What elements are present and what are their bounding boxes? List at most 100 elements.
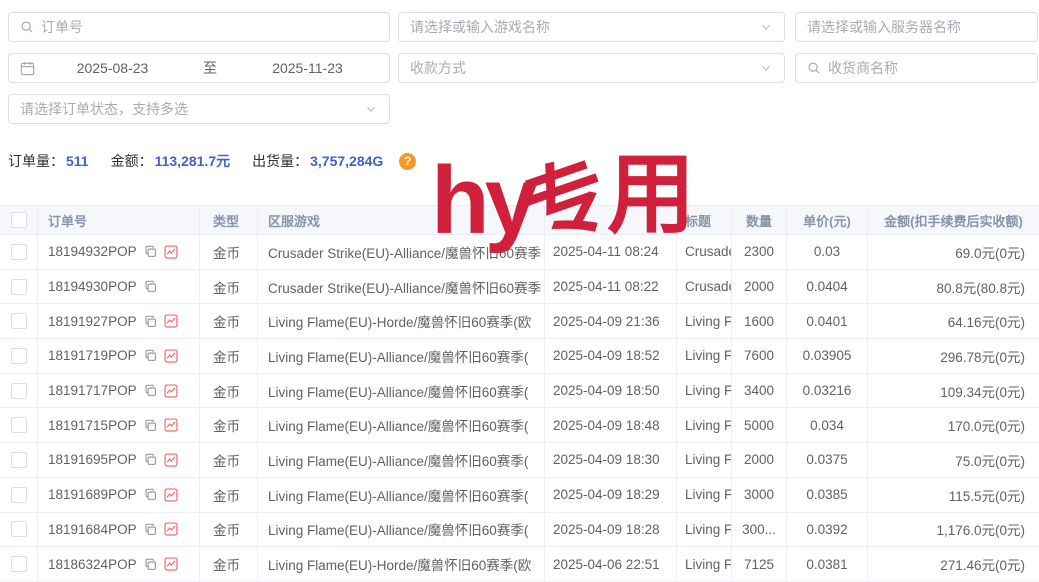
order-status-multiselect[interactable]: 请选择订单状态，支持多选	[8, 94, 390, 124]
server-game: Living Flame(EU)-Alliance/魔兽怀旧60赛季(	[258, 408, 545, 442]
search-icon	[807, 61, 821, 75]
server-name-placeholder: 请选择或输入服务器名称	[807, 17, 961, 37]
amount: 271.46元(0元)	[868, 547, 1039, 581]
order-number: 18194932POP	[48, 244, 137, 259]
chart-icon[interactable]	[164, 488, 178, 502]
order-number: 18191684POP	[48, 522, 137, 537]
order-number-placeholder: 订单号	[41, 17, 83, 37]
chart-icon[interactable]	[164, 453, 178, 467]
order-type: 金币	[200, 235, 258, 269]
order-status-placeholder: 请选择订单状态，支持多选	[20, 99, 188, 119]
order-title: Living Fl	[677, 547, 732, 581]
order-time: 2025-04-09 18:48	[545, 408, 677, 442]
order-type: 金币	[200, 513, 258, 547]
row-checkbox[interactable]	[11, 417, 27, 433]
order-number: 18191927POP	[48, 314, 137, 329]
table-row: 18191927POP 金币 Living Flame(EU)-Horde/魔兽…	[0, 304, 1039, 339]
chart-icon[interactable]	[164, 522, 178, 536]
row-checkbox[interactable]	[11, 348, 27, 364]
order-type: 金币	[200, 408, 258, 442]
order-number: 18191717POP	[48, 383, 137, 398]
column-header-time	[545, 206, 677, 234]
order-number: 18194930POP	[48, 279, 137, 294]
order-count-label: 订单量：	[8, 151, 64, 171]
order-time: 2025-04-09 18:50	[545, 374, 677, 408]
row-checkbox[interactable]	[11, 383, 27, 399]
copy-icon[interactable]	[144, 245, 157, 258]
order-number-search-input[interactable]: 订单号	[8, 12, 390, 42]
order-title: Crusader	[677, 235, 732, 269]
column-header-title: 标题	[677, 206, 732, 234]
chart-icon[interactable]	[164, 349, 178, 363]
quantity: 300...	[732, 513, 787, 547]
unit-price: 0.03	[787, 235, 868, 269]
row-checkbox[interactable]	[11, 556, 27, 572]
server-game: Living Flame(EU)-Alliance/魔兽怀旧60赛季(	[258, 374, 545, 408]
amount: 1,176.0元(0元)	[868, 513, 1039, 547]
column-header-game: 区服游戏	[258, 206, 545, 234]
game-name-placeholder: 请选择或输入游戏名称	[410, 17, 550, 37]
date-range-separator: 至	[190, 58, 230, 78]
date-end-value[interactable]: 2025-11-23	[237, 60, 378, 76]
order-time: 2025-04-11 08:22	[545, 270, 677, 304]
quantity: 5000	[732, 408, 787, 442]
copy-icon[interactable]	[144, 453, 157, 466]
row-checkbox[interactable]	[11, 279, 27, 295]
chart-icon[interactable]	[164, 557, 178, 571]
row-checkbox[interactable]	[11, 313, 27, 329]
search-icon	[20, 20, 34, 34]
order-time: 2025-04-09 18:28	[545, 513, 677, 547]
unit-price: 0.03905	[787, 339, 868, 373]
unit-price: 0.0401	[787, 304, 868, 338]
chart-icon[interactable]	[164, 245, 178, 259]
amount: 64.16元(0元)	[868, 304, 1039, 338]
amount: 296.78元(0元)	[868, 339, 1039, 373]
order-number: 18191689POP	[48, 487, 137, 502]
row-checkbox[interactable]	[11, 487, 27, 503]
select-all-checkbox[interactable]	[11, 212, 27, 228]
column-header-amount: 金额(扣手续费后实收额)	[868, 206, 1039, 234]
copy-icon[interactable]	[144, 488, 157, 501]
unit-price: 0.034	[787, 408, 868, 442]
amount: 69.0元(0元)	[868, 235, 1039, 269]
server-name-select[interactable]: 请选择或输入服务器名称	[795, 12, 1038, 42]
copy-icon[interactable]	[144, 523, 157, 536]
copy-icon[interactable]	[144, 384, 157, 397]
order-type: 金币	[200, 339, 258, 373]
copy-icon[interactable]	[144, 558, 157, 571]
copy-icon[interactable]	[144, 280, 157, 293]
order-title: Living Fl	[677, 339, 732, 373]
order-title: Living Fl	[677, 513, 732, 547]
chart-icon[interactable]	[164, 418, 178, 432]
order-time: 2025-04-09 21:36	[545, 304, 677, 338]
quantity: 2300	[732, 235, 787, 269]
order-title: Crusader	[677, 270, 732, 304]
table-row: 18191684POP 金币 Living Flame(EU)-Alliance…	[0, 513, 1039, 548]
row-checkbox[interactable]	[11, 244, 27, 260]
chart-icon[interactable]	[164, 314, 178, 328]
copy-icon[interactable]	[144, 315, 157, 328]
row-checkbox[interactable]	[11, 452, 27, 468]
order-title: Living Fl	[677, 304, 732, 338]
merchant-name-search-input[interactable]: 收货商名称	[795, 53, 1038, 83]
copy-icon[interactable]	[144, 349, 157, 362]
order-type: 金币	[200, 270, 258, 304]
payment-method-select[interactable]: 收款方式	[398, 53, 785, 83]
order-time: 2025-04-11 08:24	[545, 235, 677, 269]
help-icon[interactable]: ?	[399, 153, 416, 170]
orders-table-header: 订单号 类型 区服游戏 标题 数量 单价(元) 金额(扣手续费后实收额)	[0, 205, 1039, 235]
game-name-select[interactable]: 请选择或输入游戏名称	[398, 12, 785, 42]
order-type: 金币	[200, 478, 258, 512]
copy-icon[interactable]	[144, 419, 157, 432]
order-number: 18191719POP	[48, 348, 137, 363]
date-range-picker[interactable]: 2025-08-23 至 2025-11-23	[8, 53, 390, 83]
order-type: 金币	[200, 304, 258, 338]
amount: 115.5元(0元)	[868, 478, 1039, 512]
order-title: Living Fl	[677, 478, 732, 512]
date-start-value[interactable]: 2025-08-23	[42, 60, 183, 76]
row-checkbox[interactable]	[11, 521, 27, 537]
chart-icon[interactable]	[164, 384, 178, 398]
shipment-label: 出货量：	[252, 151, 308, 171]
order-type: 金币	[200, 547, 258, 581]
amount-value: 113,281.7元	[155, 151, 231, 171]
